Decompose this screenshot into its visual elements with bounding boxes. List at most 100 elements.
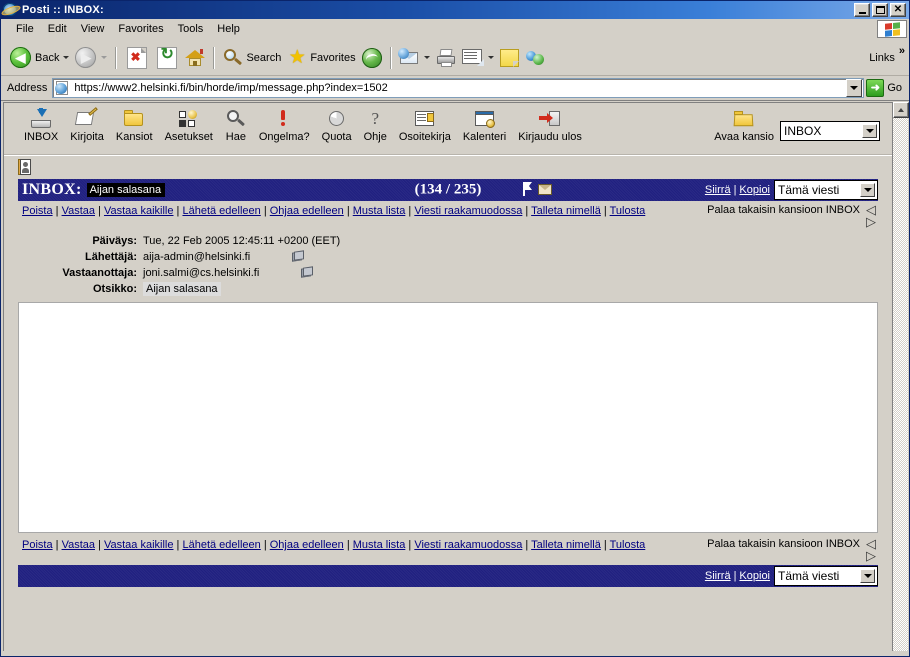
go-button[interactable]: ➜ Go bbox=[864, 77, 907, 99]
refresh-button[interactable] bbox=[152, 43, 182, 73]
back-history-chevron-icon[interactable] bbox=[63, 56, 70, 59]
header-value-to: joni.salmi@cs.helsinki.fi bbox=[143, 266, 260, 279]
mail-menu-chevron-icon[interactable] bbox=[423, 56, 430, 59]
message-scope-value: Tämä viesti bbox=[778, 183, 840, 197]
action-delete[interactable]: Poista bbox=[22, 205, 53, 217]
action-reply-all-bottom[interactable]: Vastaa kaikille bbox=[104, 539, 174, 551]
copy-link[interactable]: Kopioi bbox=[739, 184, 770, 196]
imp-menu-problem[interactable]: Ongelma? bbox=[253, 109, 316, 143]
action-reply-bottom[interactable]: Vastaa bbox=[62, 539, 95, 551]
imp-menu-quota[interactable]: Quota bbox=[316, 109, 358, 143]
chevron-up-icon bbox=[898, 108, 904, 112]
imp-menu-search[interactable]: Hae bbox=[219, 109, 253, 143]
menu-item-edit[interactable]: Edit bbox=[41, 21, 74, 37]
action-redirect[interactable]: Ohjaa edelleen bbox=[270, 205, 344, 217]
folder-select-arrow[interactable] bbox=[862, 124, 877, 138]
header-label-date: Päiväys: bbox=[92, 234, 137, 247]
imp-menu-addressbook[interactable]: Osoitekirja bbox=[393, 109, 457, 143]
next-message-arrow-bottom[interactable]: ▷ bbox=[866, 549, 876, 562]
back-to-folder-link-top[interactable]: Palaa takaisin kansioon INBOX bbox=[707, 204, 860, 216]
imp-menu-calendar[interactable]: Kalenteri bbox=[457, 109, 512, 143]
move-copy-separator: | bbox=[733, 184, 737, 196]
message-action-links-top: Poista | Vastaa | Vastaa kaikille | Lähe… bbox=[22, 205, 646, 217]
menu-item-tools[interactable]: Tools bbox=[171, 21, 211, 37]
message-counter: (134 / 235) bbox=[414, 181, 482, 198]
header-value-from-wrap: aija-admin@helsinki.fi bbox=[143, 249, 305, 263]
imp-menu-logout[interactable]: Kirjaudu ulos bbox=[512, 109, 588, 143]
home-button[interactable] bbox=[182, 43, 208, 73]
search-label: Search bbox=[246, 51, 282, 64]
action-view-source[interactable]: Viesti raakamuodossa bbox=[414, 205, 522, 217]
close-button[interactable]: ✕ bbox=[890, 3, 906, 17]
notes-button[interactable] bbox=[497, 43, 522, 73]
address-dropdown-button[interactable] bbox=[846, 79, 863, 97]
action-redirect-bottom[interactable]: Ohjaa edelleen bbox=[270, 539, 344, 551]
action-print-bottom[interactable]: Tulosta bbox=[610, 539, 646, 551]
maximize-button[interactable] bbox=[872, 3, 888, 17]
imp-menu-folders[interactable]: Kansiot bbox=[110, 109, 159, 143]
open-folder-button[interactable]: Avaa kansio bbox=[714, 109, 774, 143]
back-button[interactable]: ◀ Back bbox=[7, 43, 72, 73]
menu-item-view[interactable]: View bbox=[74, 21, 112, 37]
favorites-button[interactable]: ★ Favorites bbox=[284, 43, 358, 73]
message-scope-arrow[interactable] bbox=[860, 183, 875, 197]
chevron-double-right-icon[interactable]: » bbox=[899, 46, 905, 57]
message-scope-arrow-bottom[interactable] bbox=[860, 569, 875, 583]
move-copy-area-bottom: Siirrä | Kopioi Tämä viesti bbox=[705, 565, 878, 587]
menu-item-help[interactable]: Help bbox=[210, 21, 247, 37]
next-message-arrow[interactable]: ▷ bbox=[866, 215, 876, 228]
media-button[interactable] bbox=[359, 43, 385, 73]
minimize-button[interactable] bbox=[854, 3, 870, 17]
action-reply-all[interactable]: Vastaa kaikille bbox=[104, 205, 174, 217]
action-print[interactable]: Tulosta bbox=[610, 205, 646, 217]
imp-menu-inbox[interactable]: INBOX bbox=[18, 108, 64, 143]
vertical-scrollbar[interactable] bbox=[892, 102, 909, 651]
scroll-up-button[interactable] bbox=[893, 102, 909, 118]
folder-icon bbox=[123, 109, 145, 129]
action-forward-bottom[interactable]: Lähetä edelleen bbox=[182, 539, 260, 551]
action-forward[interactable]: Lähetä edelleen bbox=[182, 205, 260, 217]
imp-menu-compose[interactable]: Kirjoita bbox=[64, 107, 110, 143]
add-to-addressbook-icon[interactable] bbox=[292, 249, 305, 263]
imp-menu-preferences[interactable]: Asetukset bbox=[159, 109, 219, 143]
messenger-button[interactable] bbox=[522, 43, 550, 73]
forward-button[interactable]: ▶ bbox=[72, 43, 110, 73]
mail-button[interactable] bbox=[397, 43, 433, 73]
folder-select[interactable]: INBOX bbox=[780, 121, 880, 141]
logout-icon bbox=[539, 109, 561, 129]
add-to-addressbook-icon[interactable] bbox=[301, 265, 314, 279]
message-scope-select-bottom[interactable]: Tämä viesti bbox=[774, 566, 878, 586]
search-button[interactable]: Search bbox=[220, 43, 284, 73]
stop-button[interactable] bbox=[122, 43, 152, 73]
back-to-folder-link-bottom[interactable]: Palaa takaisin kansioon INBOX bbox=[707, 538, 860, 550]
move-link[interactable]: Siirrä bbox=[705, 184, 731, 196]
edit-button[interactable] bbox=[459, 43, 497, 73]
address-input[interactable]: https://www2.helsinki.fi/bin/horde/imp/m… bbox=[52, 78, 865, 98]
edit-menu-chevron-icon[interactable] bbox=[487, 56, 494, 59]
header-row-subject: Otsikko: Aijan salasana bbox=[18, 281, 878, 296]
menu-item-file[interactable]: File bbox=[9, 21, 41, 37]
action-reply[interactable]: Vastaa bbox=[62, 205, 95, 217]
quota-pie-icon bbox=[326, 109, 348, 129]
forward-history-chevron-icon[interactable] bbox=[101, 56, 108, 59]
copy-link-bottom[interactable]: Kopioi bbox=[739, 570, 770, 582]
action-save-as-bottom[interactable]: Talleta nimellä bbox=[531, 539, 601, 551]
unread-envelope-icon bbox=[538, 183, 552, 195]
action-blacklist[interactable]: Musta lista bbox=[353, 205, 406, 217]
links-label[interactable]: Links bbox=[869, 52, 895, 64]
menu-item-favorites[interactable]: Favorites bbox=[111, 21, 170, 37]
mail-icon bbox=[397, 48, 420, 66]
imp-secondary-bar bbox=[4, 155, 892, 177]
message-header-bar: INBOX: Aijan salasana (134 / 235) Siirrä… bbox=[18, 179, 878, 201]
action-save-as[interactable]: Talleta nimellä bbox=[531, 205, 601, 217]
action-view-source-bottom[interactable]: Viesti raakamuodossa bbox=[414, 539, 522, 551]
contacts-icon[interactable] bbox=[18, 158, 32, 175]
action-blacklist-bottom[interactable]: Musta lista bbox=[353, 539, 406, 551]
print-button[interactable] bbox=[433, 43, 459, 73]
move-link-bottom[interactable]: Siirrä bbox=[705, 570, 731, 582]
compose-pen-icon bbox=[74, 107, 98, 129]
imp-menu-help[interactable]: ? Ohje bbox=[358, 109, 393, 143]
action-delete-bottom[interactable]: Poista bbox=[22, 539, 53, 551]
folder-select-value: INBOX bbox=[784, 124, 822, 138]
message-scope-select[interactable]: Tämä viesti bbox=[774, 180, 878, 200]
